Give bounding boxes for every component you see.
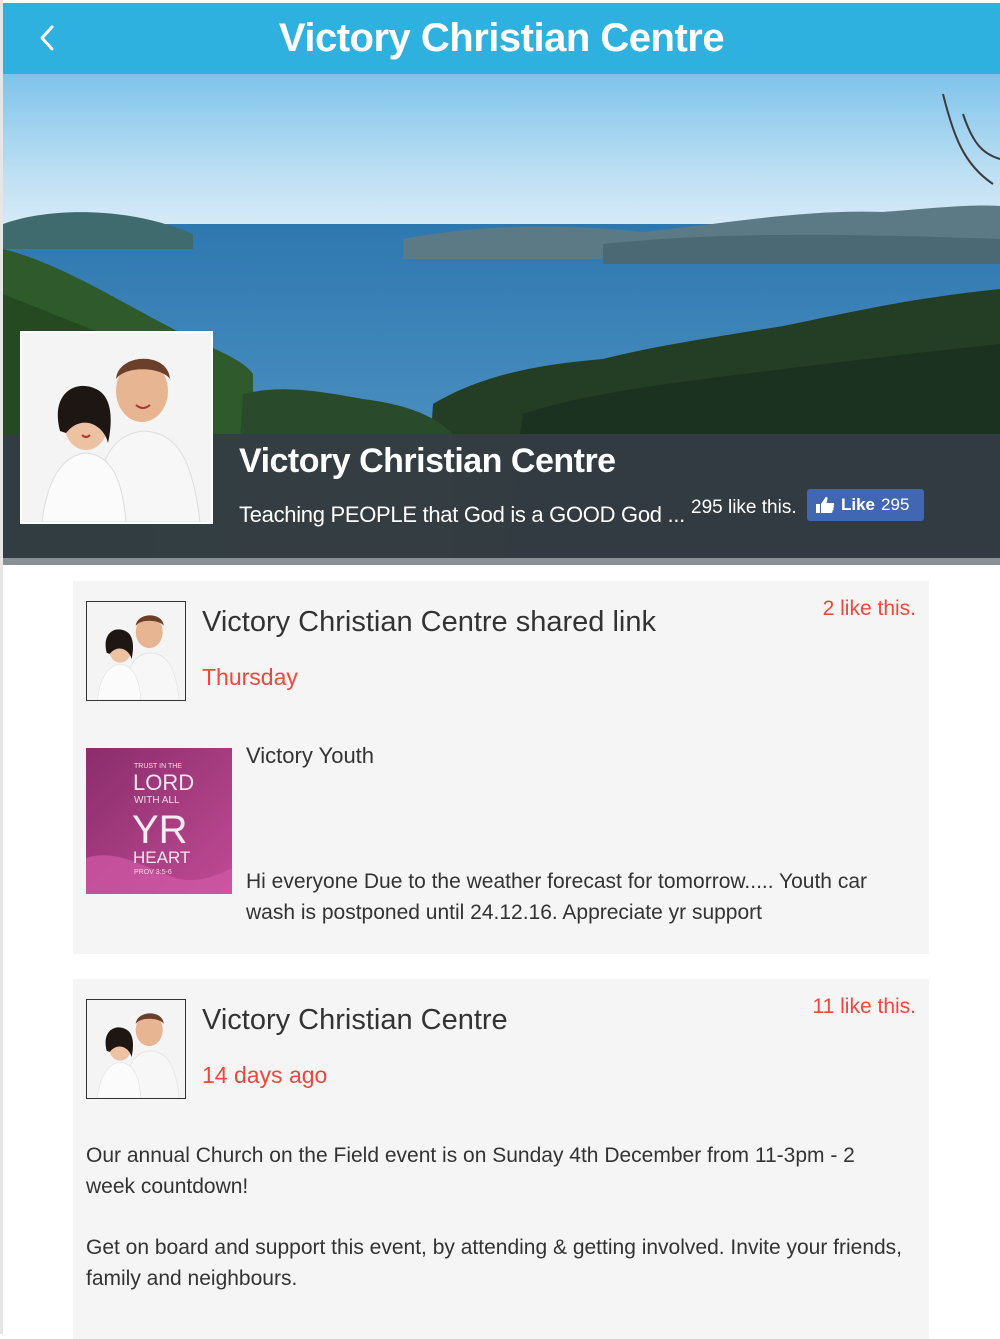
facebook-like-button[interactable]: Like 295 bbox=[807, 489, 924, 521]
thumb-text-4: YR bbox=[132, 808, 188, 852]
feed-post: Victory Christian Centre shared link Thu… bbox=[73, 581, 929, 954]
thumbs-up-icon bbox=[815, 496, 835, 514]
post-title: Victory Christian Centre shared link bbox=[202, 606, 656, 638]
like-button-count: 295 bbox=[881, 495, 910, 514]
post-author-avatar[interactable] bbox=[86, 601, 186, 701]
post-date: Thursday bbox=[202, 664, 298, 690]
thumb-text-2: LORD bbox=[133, 770, 194, 795]
post-likes: 2 like this. bbox=[822, 597, 916, 620]
post-body: Our annual Church on the Field event is … bbox=[86, 1140, 906, 1324]
couple-portrait-image bbox=[87, 1000, 185, 1098]
page-name: Victory Christian Centre bbox=[239, 442, 616, 480]
page-tagline: Teaching PEOPLE that God is a GOOD God .… bbox=[239, 502, 685, 527]
thumb-text-1: TRUST IN THE bbox=[134, 763, 182, 770]
cover-photo: Victory Christian Centre Teaching PEOPLE… bbox=[3, 74, 1000, 558]
feed-post: Victory Christian Centre 14 days ago 11 … bbox=[73, 979, 929, 1339]
page-profile-photo[interactable] bbox=[20, 331, 213, 524]
like-button-label: Like bbox=[841, 495, 876, 514]
thumb-text-3: WITH ALL bbox=[134, 795, 180, 806]
post-paragraph: Our annual Church on the Field event is … bbox=[86, 1144, 855, 1198]
post-title: Victory Christian Centre bbox=[202, 1004, 508, 1036]
shared-link-title[interactable]: Victory Youth bbox=[246, 743, 374, 769]
nav-title: Victory Christian Centre bbox=[278, 16, 725, 60]
shared-link-thumbnail[interactable]: TRUST IN THE LORD WITH ALL YR HEART PROV… bbox=[86, 748, 232, 894]
couple-portrait-image bbox=[22, 333, 211, 523]
post-paragraph: Get on board and support this event, by … bbox=[86, 1236, 903, 1290]
couple-portrait-image bbox=[87, 602, 185, 700]
page-likes-count: 295 like this. bbox=[691, 497, 797, 518]
thumb-text-6: PROV 3:5-6 bbox=[134, 869, 172, 876]
post-likes: 11 like this. bbox=[812, 995, 917, 1018]
thumb-text-5: HEART bbox=[133, 848, 190, 867]
top-nav-bar: Victory Christian Centre bbox=[3, 3, 1000, 74]
post-date: 14 days ago bbox=[202, 1062, 328, 1088]
post-author-avatar[interactable] bbox=[86, 999, 186, 1099]
shared-link-description: Hi everyone Due to the weather forecast … bbox=[246, 870, 867, 924]
cover-divider bbox=[3, 558, 1000, 565]
